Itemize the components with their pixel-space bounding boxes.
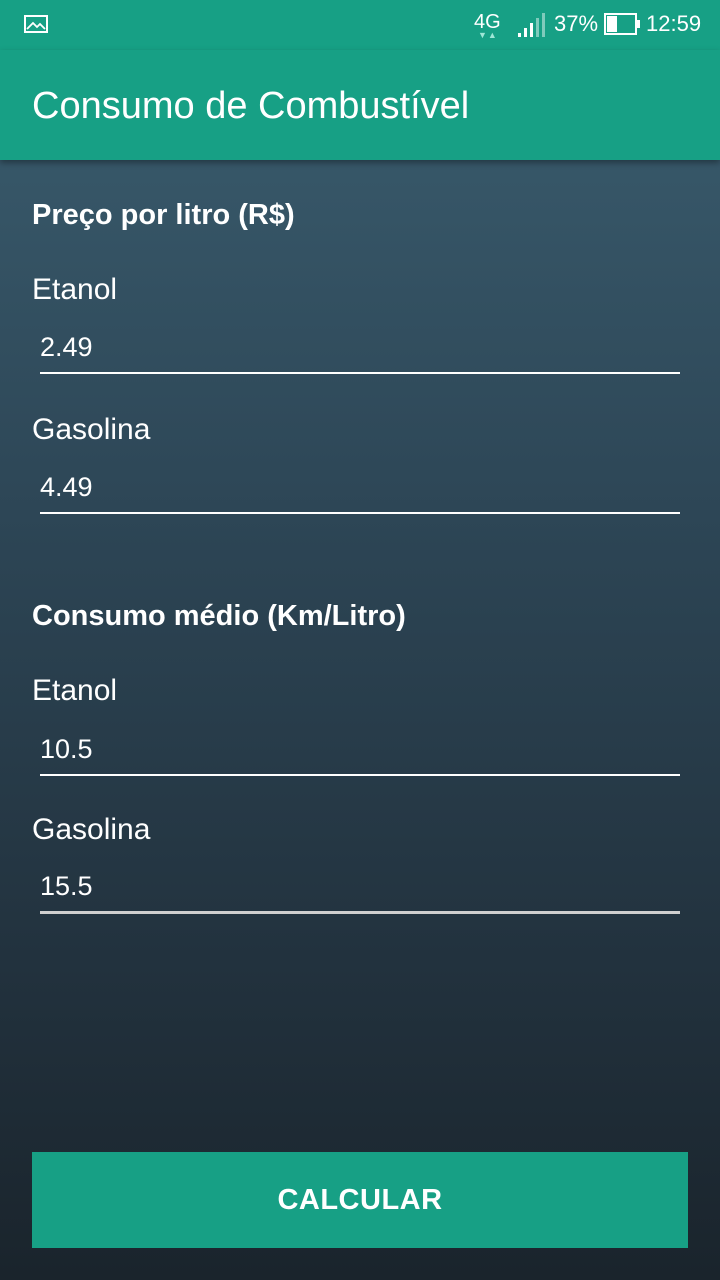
signal-icon bbox=[518, 13, 545, 37]
battery-percent: 37% bbox=[554, 11, 599, 36]
calculate-button[interactable]: CALCULAR bbox=[32, 1152, 688, 1248]
network-activity-icon: ▼▲ bbox=[478, 30, 498, 40]
status-clock: 12:59 bbox=[646, 11, 702, 36]
price-gasoline-input[interactable] bbox=[40, 462, 680, 514]
consumption-ethanol-input[interactable] bbox=[40, 724, 680, 776]
price-ethanol-input[interactable] bbox=[40, 322, 680, 374]
price-gasoline-label: Gasolina bbox=[32, 413, 151, 446]
status-bar: 4G ▼▲ 37% 12:59 bbox=[0, 0, 720, 50]
consumption-gasoline-input[interactable] bbox=[40, 862, 680, 914]
price-section-header: Preço por litro (R$) bbox=[32, 199, 295, 231]
consumption-gasoline-label: Gasolina bbox=[32, 813, 151, 846]
app-bar: Consumo de Combustível bbox=[0, 50, 720, 160]
image-icon bbox=[24, 15, 48, 33]
consumption-section-header: Consumo médio (Km/Litro) bbox=[32, 600, 406, 632]
app-title: Consumo de Combustível bbox=[32, 85, 470, 127]
consumption-ethanol-label: Etanol bbox=[32, 674, 118, 707]
battery-icon bbox=[604, 13, 640, 35]
price-ethanol-label: Etanol bbox=[32, 273, 118, 306]
